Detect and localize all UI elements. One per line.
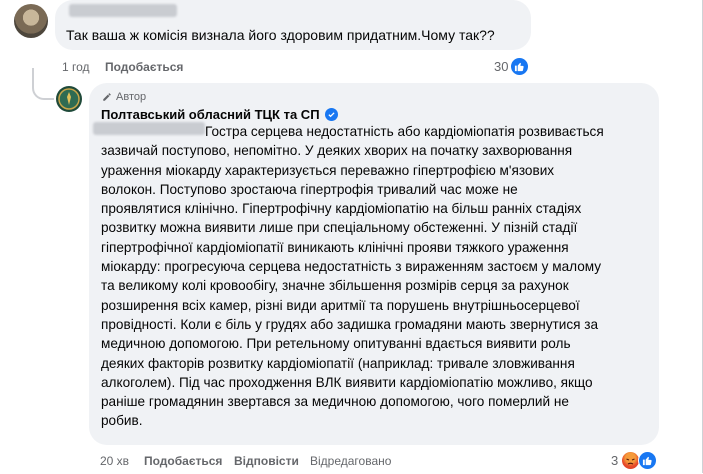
reply-line: розвитку можна виявити лише при спеціаль… bbox=[101, 220, 578, 236]
reply-bubble: Автор Полтавський обласний ТЦК та СП Гос… bbox=[89, 83, 659, 445]
reply-reaction-count[interactable]: 3 bbox=[611, 453, 618, 468]
reply-line: алкоголем). Під час проходження ВЛК вияв… bbox=[101, 374, 593, 390]
thumbs-up-icon[interactable] bbox=[638, 451, 657, 470]
reply-line: міокарду: прогресуюча серцева недостатні… bbox=[101, 259, 602, 275]
commenter-name-redacted bbox=[69, 4, 177, 17]
verified-check-icon bbox=[324, 108, 338, 121]
reply-line: провідності. Коли є біль у грудях або за… bbox=[101, 316, 599, 332]
emblem-icon bbox=[58, 88, 80, 110]
reply-line: медичною допомогою. При ретельному опиту… bbox=[101, 336, 571, 352]
reply-line: зазвичай поступово, непомітно. У деяких … bbox=[101, 143, 573, 159]
reply-line: ураження міокарду характеризується перев… bbox=[101, 162, 555, 178]
pen-icon bbox=[103, 93, 111, 101]
check-glyph bbox=[327, 112, 335, 118]
reply-reply-button[interactable]: Відповісти bbox=[234, 454, 299, 468]
reply-like-button[interactable]: Подобається bbox=[144, 454, 222, 468]
author-badge-label: Автор bbox=[116, 91, 147, 103]
reply-line: проявлятися клінічно. Гіпертрофічну кард… bbox=[101, 201, 582, 217]
thumbs-up-icon[interactable] bbox=[510, 57, 529, 76]
page-name[interactable]: Полтавський обласний ТЦК та СП bbox=[101, 107, 320, 122]
reply-line: та великому колі кровообігу, значне збіл… bbox=[101, 278, 569, 294]
page-name-row: Полтавський обласний ТЦК та СП bbox=[101, 107, 338, 122]
reply-time[interactable]: 20 хв bbox=[100, 454, 129, 468]
top-comment-text: Так ваша ж комісія визнала його здоровим… bbox=[66, 27, 495, 43]
reply-line: робив. bbox=[101, 413, 143, 429]
reply-line: раніше громадянин звертався за медичною … bbox=[101, 394, 569, 410]
angry-face-glyph bbox=[626, 458, 635, 465]
commenter-avatar[interactable] bbox=[14, 4, 48, 38]
top-comment-time[interactable]: 1 год bbox=[62, 60, 90, 74]
reply-line: гіпертрофічної кардіоміопатії виникають … bbox=[101, 239, 569, 255]
edited-label[interactable]: Відредаговано bbox=[310, 454, 391, 468]
reply-line: деяких факторів розвитку кардіоміопатії … bbox=[101, 355, 575, 371]
page-avatar[interactable] bbox=[56, 86, 82, 112]
reply-line: розширення всіх камер, різні види аритмі… bbox=[101, 297, 580, 313]
top-comment-bubble: Так ваша ж комісія визнала його здоровим… bbox=[55, 0, 531, 50]
reply-line: волокон. Поступово зростаюча гіпертрофія… bbox=[101, 181, 518, 197]
top-comment-reaction-count[interactable]: 30 bbox=[494, 59, 508, 74]
thumbs-up-glyph bbox=[642, 456, 652, 466]
reply-body: Гостра серцева недостатність або кардіом… bbox=[101, 122, 604, 431]
reply-line: Гостра серцева недостатність або кардіом… bbox=[205, 124, 604, 139]
reply-thread-connector bbox=[32, 68, 54, 100]
top-comment-like-button[interactable]: Подобається bbox=[105, 60, 183, 74]
thumbs-up-glyph bbox=[514, 62, 524, 72]
author-badge: Автор bbox=[102, 91, 146, 103]
